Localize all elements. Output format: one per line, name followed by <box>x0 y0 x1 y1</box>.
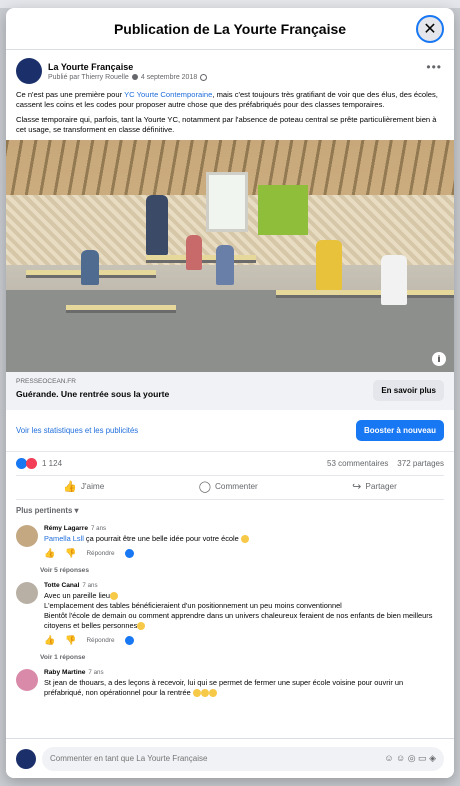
boost-button[interactable]: Booster à nouveau <box>355 420 444 441</box>
student-figure <box>216 245 234 285</box>
reaction-count: 1 124 <box>42 459 63 468</box>
published-by: Publié par Thierry Rouelle <box>48 73 129 81</box>
post-photo[interactable]: i <box>6 140 454 372</box>
mention-link[interactable]: YC Yourte Contemporaine <box>124 90 212 99</box>
student-figure <box>381 255 407 305</box>
comment-actions: 👍 👎 Répondre <box>44 548 444 559</box>
comment-button[interactable]: ◯ Commenter <box>199 480 258 493</box>
page-name-link[interactable]: La Yourte Française <box>48 62 207 72</box>
comment-dislike-icon[interactable]: 👎 <box>65 548 76 559</box>
comment-time: 7 ans <box>82 582 98 589</box>
more-options-button[interactable]: ••• <box>426 60 442 74</box>
laugh-emoji-icon <box>208 689 217 698</box>
wink-emoji-icon <box>110 592 119 601</box>
stats-link[interactable]: Voir les statistiques et les publicités <box>16 426 138 435</box>
post-actions: 👍 J'aime ◯ Commenter ↪ Partager <box>16 475 444 500</box>
comment-count[interactable]: 53 commentaires <box>327 459 388 468</box>
comment-author[interactable]: Rémy Lagarre 7 ans <box>44 525 444 532</box>
modal-header: Publication de La Yourte Française ✕ <box>6 8 454 50</box>
settings-dot-icon <box>131 74 138 80</box>
student-figure <box>81 250 99 285</box>
learn-more-button[interactable]: En savoir plus <box>373 380 444 401</box>
comment-dislike-icon[interactable]: 👎 <box>65 635 76 646</box>
page-backdrop <box>0 0 460 8</box>
comment-actions: 👍 👎 Répondre <box>44 635 444 646</box>
post-meta: La Yourte Française Publié par Thierry R… <box>48 62 208 81</box>
comment-body: Rémy Lagarre 7 ans Pamella Lsll ça pourra… <box>44 525 444 559</box>
comment-text: Avec un pareille lieu L'emplacement des … <box>44 591 433 631</box>
like-button[interactable]: 👍 J'aime <box>63 480 104 493</box>
reply-button[interactable]: Répondre <box>86 637 114 644</box>
view-replies-link[interactable]: Voir 5 réponses <box>6 563 454 578</box>
globe-icon <box>200 73 208 81</box>
post-sub-meta: Publié par Thierry Rouelle 4 septembre 2… <box>48 73 208 81</box>
engagement-counts: 53 commentaires 372 partages <box>327 459 444 468</box>
reply-button[interactable]: Répondre <box>86 550 114 557</box>
close-button[interactable]: ✕ <box>416 15 444 43</box>
comment-author[interactable]: Totte Canal 7 ans <box>44 582 444 589</box>
view-replies-link[interactable]: Voir 1 réponse <box>6 650 454 665</box>
love-reaction-icon <box>26 458 37 469</box>
yurt-door <box>206 172 248 232</box>
share-button[interactable]: ↪ Partager <box>352 480 397 493</box>
composer-avatar <box>16 748 36 769</box>
post-text: Ce n'est pas une première pour YC Yourte… <box>6 88 454 135</box>
reactions-row: 1 124 53 commentaires 372 partages <box>6 452 454 475</box>
close-icon: ✕ <box>423 21 437 38</box>
composer-icons[interactable]: ☺ ☺ ◎ ▭ ◈ <box>384 753 436 764</box>
comment-sort-dropdown[interactable]: Plus pertinents ▾ <box>6 500 454 521</box>
student-figure <box>316 240 342 290</box>
comment-time: 7 ans <box>90 525 107 532</box>
green-cabinet <box>258 185 308 235</box>
post-paragraph-1: Ce n'est pas une première pour YC Yourte… <box>16 90 438 109</box>
page-avatar[interactable] <box>16 58 42 84</box>
student-figure <box>186 235 202 270</box>
mention-link[interactable]: Pamella Lsll <box>44 534 84 543</box>
share-arrow-icon: ↪ <box>352 481 362 493</box>
comment-bubble-icon: ◯ <box>198 481 211 493</box>
commenter-avatar[interactable] <box>16 582 38 604</box>
laugh-emoji-icon <box>200 689 209 698</box>
thumbs-up-icon: 👍 <box>63 481 77 493</box>
share-count[interactable]: 372 partages <box>397 459 444 468</box>
smile-emoji-icon <box>240 535 249 544</box>
commenter-avatar[interactable] <box>16 669 38 691</box>
comment: Rémy Lagarre 7 ans Pamella Lsll ça pourra… <box>6 521 454 563</box>
smile-emoji-icon <box>137 622 146 631</box>
modal-title: Publication de La Yourte Française <box>113 20 347 37</box>
comment-body: Raby Martine 7 ans St jean de thouars, a … <box>44 669 444 698</box>
post-header: La Yourte Française Publié par Thierry R… <box>6 50 454 88</box>
post-date[interactable]: 4 septembre 2018 <box>141 74 197 81</box>
comment-like-icon[interactable]: 👍 <box>44 635 55 646</box>
insights-row: Voir les statistiques et les publicités … <box>6 410 454 452</box>
info-icon[interactable]: i <box>432 352 446 366</box>
comment-input[interactable] <box>50 754 300 763</box>
comment: Raby Martine 7 ans St jean de thouars, a … <box>6 665 454 702</box>
link-card[interactable]: PRESSEOCEAN.FR Guérande. Une rentrée sou… <box>6 372 454 410</box>
comment-input-box[interactable]: ☺ ☺ ◎ ▭ ◈ <box>42 746 444 771</box>
comment-author[interactable]: Raby Martine 7 ans <box>44 669 444 676</box>
post-paragraph-2: Classe temporaire qui, parfois, tant la … <box>16 115 437 134</box>
comment-time: 7 ans <box>88 669 104 676</box>
desk <box>276 290 454 298</box>
teacher-figure <box>146 195 168 255</box>
reaction-summary[interactable]: 1 124 <box>16 458 62 469</box>
comment-like-icon[interactable]: 👍 <box>44 548 55 559</box>
like-badge-icon <box>124 636 134 645</box>
commenter-avatar[interactable] <box>16 525 38 547</box>
comment: Totte Canal 7 ans Avec un pareille lieu L… <box>6 578 454 650</box>
post-scroll-area[interactable]: La Yourte Française Publié par Thierry R… <box>6 50 454 738</box>
comment-text: Pamella Lsll ça pourrait être une belle … <box>44 534 444 544</box>
post-modal: Publication de La Yourte Française ✕ La … <box>6 8 454 778</box>
comment-body: Totte Canal 7 ans Avec un pareille lieu L… <box>44 582 444 646</box>
desk <box>66 305 176 313</box>
laugh-emoji-icon <box>192 689 201 698</box>
like-badge-icon <box>124 549 134 558</box>
comment-composer: ☺ ☺ ◎ ▭ ◈ <box>6 738 454 778</box>
comment-text: St jean de thouars, a des leçons à recev… <box>44 678 404 698</box>
